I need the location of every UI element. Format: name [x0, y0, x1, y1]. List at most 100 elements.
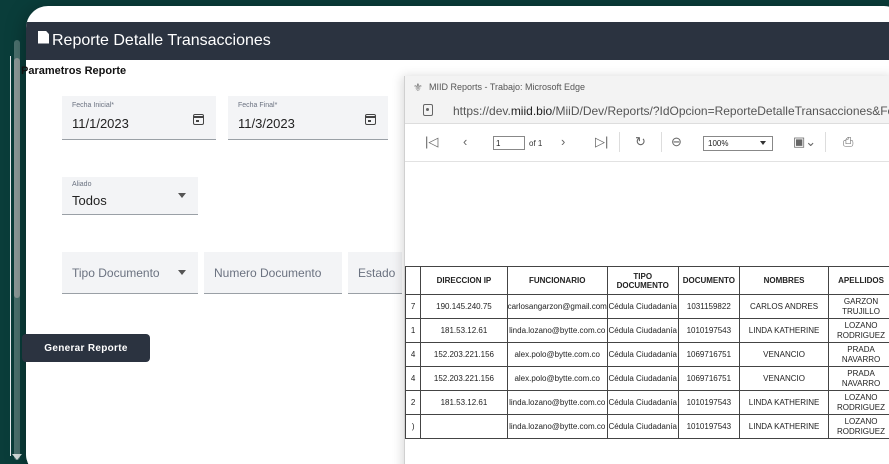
- table-cell: Cédula Ciudadanía: [606, 342, 679, 367]
- table-cell: PRADA NAVARRO: [828, 342, 889, 367]
- column-header: TIPO DOCUMENTO: [606, 266, 679, 295]
- table-cell: 152.203.221.156: [420, 366, 508, 391]
- table-cell: CARLOS ANDRES: [739, 294, 830, 319]
- address-bar[interactable]: https://dev. miid.bio/MiiD/Dev/Reports/?I…: [405, 98, 889, 124]
- scrollbar-thumb[interactable]: [14, 58, 20, 298]
- table-cell: linda.lozano@bytte.com.co: [506, 414, 608, 439]
- tipo-documento-placeholder: Tipo Documento: [72, 266, 160, 280]
- section-title: Parametros Reporte: [21, 65, 127, 77]
- fecha-final-field[interactable]: Fecha Final* 11/3/2023: [228, 96, 388, 140]
- table-row: 7 190.145.240.75 carlosangarzon@gmail.co…: [404, 294, 889, 319]
- table-row: ) linda.lozano@bytte.com.co Cédula Ciuda…: [404, 414, 889, 439]
- previous-page-icon[interactable]: ‹: [463, 134, 467, 149]
- generar-reporte-button[interactable]: Generar Reporte: [22, 334, 150, 362]
- table-cell: 152.203.221.156: [420, 342, 508, 367]
- panel-divider: [10, 56, 11, 456]
- table-cell: alex.polo@bytte.com.co: [506, 342, 608, 367]
- url-prefix: https://dev.: [453, 103, 511, 118]
- table-cell: 190.145.240.75: [420, 294, 508, 319]
- aliado-select[interactable]: Aliado Todos: [62, 177, 198, 215]
- table-cell: VENANCIO: [739, 342, 830, 367]
- fecha-final-value: 11/3/2023: [238, 116, 295, 131]
- back-icon[interactable]: ⊖: [671, 134, 682, 150]
- fecha-inicial-field[interactable]: Fecha Inicial* 11/1/2023: [62, 96, 216, 140]
- table-cell: LINDA KATHERINE: [739, 414, 830, 439]
- table-cell: LINDA KATHERINE: [739, 390, 830, 415]
- document-icon: [38, 30, 49, 44]
- edge-title-bar: ⚜ MIID Reports - Trabajo: Microsoft Edge: [405, 76, 889, 98]
- table-cell: 1010197543: [677, 390, 741, 415]
- table-cell: 4: [404, 366, 422, 391]
- table-cell: carlosangarzon@gmail.com: [506, 294, 608, 319]
- url-host: miid.bio: [510, 103, 553, 118]
- table-header-row: DIRECCION IP FUNCIONARIO TIPO DOCUMENTO …: [404, 266, 889, 295]
- print-icon[interactable]: ⎙: [843, 134, 853, 150]
- estado-select[interactable]: Estado: [348, 252, 402, 294]
- chevron-down-icon: [178, 193, 186, 198]
- report-viewer-toolbar: |◁ ‹ of 1 › ▷| ↻ ⊖ 100% ▣⌄ ⎙: [405, 124, 889, 162]
- table-cell: 1010197543: [677, 414, 741, 439]
- chevron-down-icon: [178, 270, 186, 275]
- table-cell: 1031159822: [677, 294, 741, 319]
- table-cell: ): [404, 414, 422, 439]
- toolbar-divider: [619, 132, 620, 152]
- first-page-icon[interactable]: |◁: [425, 134, 438, 150]
- vertical-scrollbar[interactable]: [12, 40, 22, 460]
- report-app-icon: ⚜: [413, 82, 423, 94]
- table-cell: [420, 414, 508, 439]
- page-title: Reporte Detalle Transacciones: [52, 32, 271, 49]
- column-header: APELLIDOS: [828, 266, 889, 295]
- table-row: 1 181.53.12.61 linda.lozano@bytte.com.co…: [404, 318, 889, 343]
- save-icon[interactable]: ▣⌄: [793, 134, 816, 150]
- table-row: 2 181.53.12.61 linda.lozano@bytte.com.co…: [404, 390, 889, 415]
- numero-documento-input[interactable]: Numero Documento: [204, 252, 342, 294]
- table-row: 4 152.203.221.156 alex.polo@bytte.com.co…: [404, 366, 889, 391]
- page-count: of 1: [529, 139, 543, 148]
- table-cell: linda.lozano@bytte.com.co: [506, 318, 608, 343]
- page-number-input[interactable]: [493, 136, 525, 150]
- column-header: DOCUMENTO: [677, 266, 741, 295]
- table-cell: 181.53.12.61: [420, 318, 508, 343]
- last-page-icon[interactable]: ▷|: [595, 134, 608, 150]
- table-row: 4 152.203.221.156 alex.polo@bytte.com.co…: [404, 342, 889, 367]
- table-cell: LOZANO RODRIGUEZ: [828, 318, 889, 343]
- refresh-icon[interactable]: ↻: [635, 134, 646, 150]
- table-cell: linda.lozano@bytte.com.co: [506, 390, 608, 415]
- aliado-value: Todos: [72, 193, 107, 208]
- table-cell: LOZANO RODRIGUEZ: [828, 414, 889, 439]
- fecha-inicial-label: Fecha Inicial*: [72, 102, 115, 109]
- column-header: DIRECCION IP: [420, 266, 508, 295]
- table-cell: Cédula Ciudadanía: [606, 318, 679, 343]
- table-cell: Cédula Ciudadanía: [606, 390, 679, 415]
- app-header: Reporte Detalle Transacciones: [26, 22, 889, 60]
- scroll-down-arrow-icon[interactable]: [12, 454, 22, 460]
- table-cell: LINDA KATHERINE: [739, 318, 830, 343]
- table-cell: 2: [404, 390, 422, 415]
- table-cell: 4: [404, 342, 422, 367]
- table-cell: 1: [404, 318, 422, 343]
- report-table: DIRECCION IP FUNCIONARIO TIPO DOCUMENTO …: [404, 266, 889, 439]
- column-header: FUNCIONARIO: [506, 266, 608, 295]
- next-page-icon[interactable]: ›: [561, 134, 565, 149]
- table-cell: GARZON TRUJILLO: [828, 294, 889, 319]
- estado-placeholder: Estado: [358, 266, 396, 280]
- table-cell: VENANCIO: [739, 366, 830, 391]
- toolbar-divider: [825, 132, 826, 152]
- toolbar-divider: [661, 132, 662, 152]
- numero-documento-placeholder: Numero Documento: [214, 266, 322, 280]
- calendar-icon[interactable]: [365, 114, 376, 125]
- column-header: NOMBRES: [739, 266, 830, 295]
- aliado-label: Aliado: [72, 181, 92, 188]
- calendar-icon[interactable]: [193, 114, 204, 125]
- column-header: [404, 266, 422, 295]
- table-cell: LOZANO RODRIGUEZ: [828, 390, 889, 415]
- fecha-final-label: Fecha Final*: [238, 102, 278, 109]
- lock-icon[interactable]: [423, 104, 433, 116]
- table-cell: 1069716751: [677, 366, 741, 391]
- table-cell: 7: [404, 294, 422, 319]
- table-cell: 1010197543: [677, 318, 741, 343]
- zoom-select[interactable]: 100%: [703, 136, 773, 151]
- table-cell: Cédula Ciudadanía: [606, 294, 679, 319]
- table-cell: PRADA NAVARRO: [828, 366, 889, 391]
- tipo-documento-select[interactable]: Tipo Documento: [62, 252, 198, 294]
